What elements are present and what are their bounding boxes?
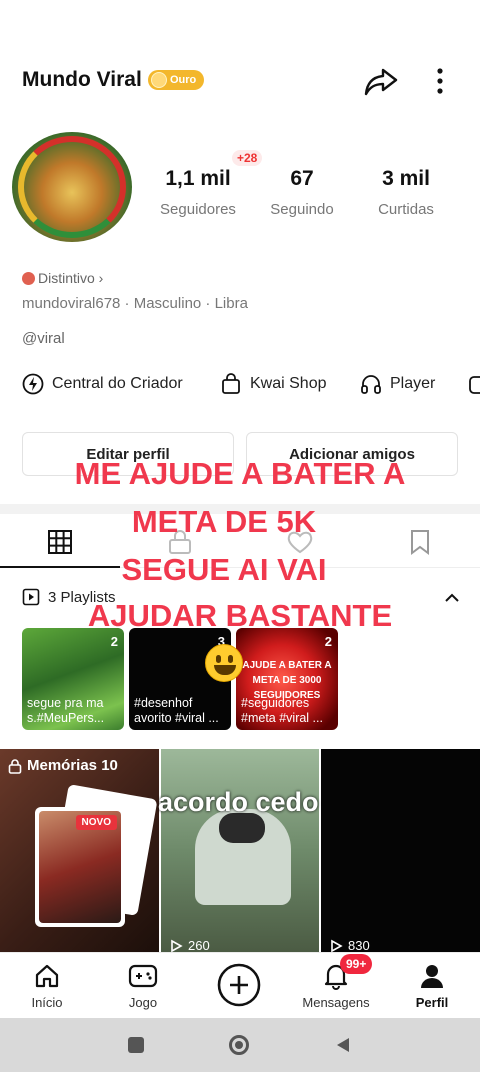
share-icon[interactable] — [362, 62, 400, 100]
creator-center-link[interactable]: Central do Criador — [22, 373, 183, 395]
video-cell[interactable]: 260 — [161, 749, 319, 953]
coin-icon — [151, 72, 167, 88]
video-cell[interactable]: 830 — [321, 749, 480, 953]
more-options-icon[interactable] — [426, 66, 454, 96]
headphones-icon — [361, 375, 381, 394]
nav-games[interactable]: Jogo — [103, 961, 183, 1010]
avatar[interactable] — [12, 132, 132, 242]
avatar-frame — [18, 136, 126, 238]
view-count-text: 260 — [188, 938, 210, 953]
plus-icon — [217, 963, 261, 1007]
kwai-shop-link[interactable]: Kwai Shop — [220, 373, 327, 395]
distintivo-label: Distintivo › — [38, 270, 104, 286]
player-link[interactable]: Player — [360, 373, 435, 395]
play-icon — [331, 939, 343, 952]
playlist-title: #seguidores #meta #viral ... — [241, 696, 323, 725]
new-followers-badge: +28 — [232, 150, 263, 166]
following-count[interactable]: 67 — [247, 167, 357, 191]
profile-handle: @viral — [22, 330, 65, 347]
likes-label: Curtidas — [378, 201, 434, 218]
likes-count: 3 mil — [382, 167, 430, 190]
nav-messages-label: Mensagens — [302, 995, 370, 1010]
play-icon — [171, 939, 183, 952]
playlist-card[interactable]: 2 segue pra ma s.#MeuPers... — [22, 628, 124, 730]
overlay-line-2: META DE 5K — [131, 504, 317, 539]
overlay-line-1: ME AJUDE A BATER A — [74, 456, 406, 491]
memory-photo: NOVO — [39, 811, 121, 923]
memories-label: Memórias 10 — [8, 757, 118, 774]
distintivo-icon — [22, 272, 35, 285]
new-tag: NOVO — [75, 815, 117, 830]
bottom-navigation: Início Jogo Mensagens Perfil — [0, 952, 480, 1018]
gamepad-icon — [128, 964, 158, 988]
distintivo-link[interactable]: Distintivo › — [22, 270, 103, 286]
profile-meta: mundoviral678 · Masculino · Libra — [22, 295, 248, 312]
playlist-count: 2 — [324, 634, 332, 649]
person-icon — [421, 965, 443, 988]
profile-name: Mundo Viral — [22, 68, 142, 91]
home-icon — [35, 964, 59, 988]
nav-home-label: Início — [31, 995, 63, 1010]
system-navigation-bar — [0, 1018, 480, 1072]
back-icon[interactable] — [334, 1036, 352, 1054]
followers-count[interactable]: 1,1 mil — [143, 167, 253, 191]
player-label: Player — [390, 375, 436, 392]
playlist-card[interactable]: 2 AJUDE A BATER A META DE 3000 SEGUIDORE… — [236, 628, 338, 730]
nav-home[interactable]: Início — [7, 961, 87, 1010]
nav-create[interactable] — [199, 963, 279, 1007]
followers-label[interactable]: Seguidores — [143, 201, 253, 218]
playlist-title: #desenhof avorito #viral ... — [134, 696, 219, 725]
creator-center-label: Central do Criador — [52, 375, 183, 392]
nav-profile-label: Perfil — [415, 995, 449, 1010]
video-caption: acordo cedo — [158, 787, 319, 817]
lock-icon — [8, 758, 22, 774]
more-shortcuts-icon[interactable] — [469, 374, 480, 396]
view-count: 260 — [169, 938, 210, 953]
memories-cell[interactable]: Memórias 10 NOVO — [0, 749, 159, 953]
messages-badge: 99+ — [340, 954, 373, 974]
nav-profile[interactable]: Perfil — [392, 961, 472, 1010]
following-label[interactable]: Seguindo — [247, 201, 357, 218]
recents-icon[interactable] — [128, 1037, 144, 1053]
ouro-badge-label: Ouro — [170, 74, 197, 86]
view-count: 830 — [329, 938, 370, 953]
overlay-line-3: SEGUE AI VAI — [121, 552, 327, 587]
overlay-line-4: AJUDAR BASTANTE — [87, 598, 393, 633]
nav-games-label: Jogo — [128, 995, 158, 1010]
playlist-count: 2 — [110, 634, 118, 649]
memories-text: Memórias 10 — [27, 757, 118, 774]
kwai-shop-label: Kwai Shop — [250, 375, 327, 392]
memory-card: NOVO — [35, 807, 125, 927]
home-circle-icon[interactable] — [229, 1035, 249, 1055]
creator-bolt-icon — [22, 373, 44, 395]
ouro-badge[interactable]: Ouro — [148, 70, 205, 90]
smiley-emoji-icon — [205, 644, 243, 682]
shopping-bag-icon — [222, 373, 240, 394]
view-count-text: 830 — [348, 938, 370, 953]
playlist-title: segue pra ma s.#MeuPers... — [27, 696, 105, 725]
